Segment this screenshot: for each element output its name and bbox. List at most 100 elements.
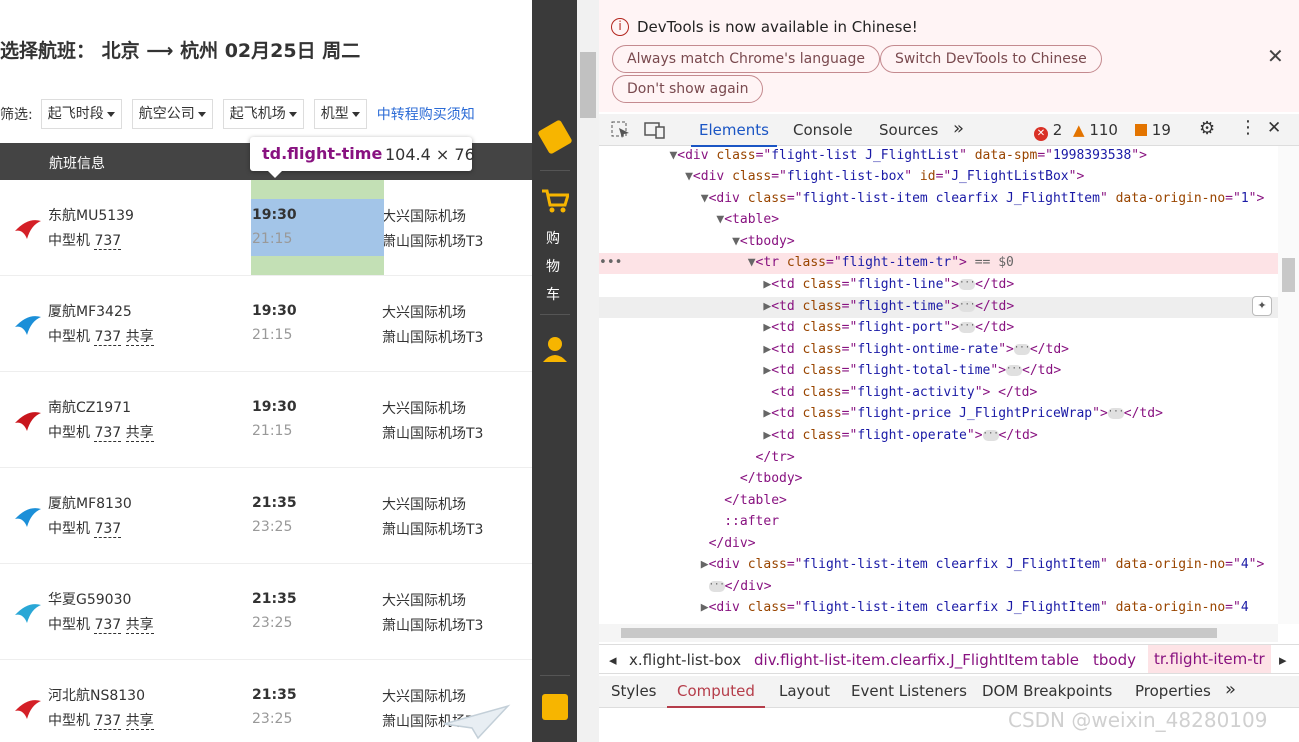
tree-line[interactable]: </div> [599,534,1279,555]
close-icon[interactable]: ✕ [1267,44,1284,68]
departure-airport: 大兴国际机场 [382,401,466,417]
tab-styles[interactable]: Styles [611,682,657,700]
flight-row[interactable]: 华夏G59030 中型机 737 共享 21:35 23:25 大兴国际机场 萧山国际机场… [0,564,532,660]
departure-time: 21:35 [252,687,297,703]
tab-sources[interactable]: Sources [879,121,938,139]
banner-text: DevTools is now available in Chinese! [637,18,918,36]
flight-row[interactable]: 厦航MF8130 中型机 737 21:35 23:25 大兴国际机场 萧山国际机场T3 [0,468,532,564]
match-language-button[interactable]: Always match Chrome's language [612,45,880,73]
cart-label-2[interactable]: 物 [546,256,560,276]
issues-icon [1135,124,1147,136]
warning-icon: ▲ [1073,121,1085,139]
departure-airport: 大兴国际机场 [382,497,466,513]
issues-count[interactable]: 19 [1135,121,1171,139]
page-scrollbar[interactable] [577,0,599,742]
departure-time: 19:30 [252,399,297,415]
breadcrumb-item-selected[interactable]: tr.flight-item-tr [1148,645,1271,673]
device-toolbar-icon[interactable] [644,121,666,139]
tree-line[interactable]: ▶<td class="flight-total-time">···</td> [599,361,1279,382]
tree-line-hovered[interactable]: ▶<td class="flight-time">···</td> [599,297,1279,318]
tree-line[interactable]: ▼<div class="flight-list-item clearfix J… [599,189,1279,210]
cart-icon[interactable] [541,188,569,214]
breadcrumb-item[interactable]: tbody [1093,651,1136,669]
feedback-icon[interactable] [542,694,568,720]
filter-departure-time[interactable]: 起飞时段 [40,99,122,129]
aircraft-info[interactable]: 中型机 737 共享 [48,710,154,730]
breadcrumb-item[interactable]: table [1041,651,1079,669]
warning-count[interactable]: ▲ 110 [1073,121,1118,139]
tree-line[interactable]: ▶<div class="flight-list-item clearfix J… [599,598,1279,619]
tree-vertical-thumb[interactable] [1282,258,1295,292]
tree-line[interactable]: ▼<div class="flight-list-box" id="J_Flig… [599,167,1279,188]
departure-airport: 大兴国际机场 [382,209,466,225]
tree-line[interactable]: ▶<div class="flight-list-item clearfix J… [599,555,1279,576]
cart-label-1[interactable]: 购 [546,228,560,248]
aircraft-info[interactable]: 中型机 737 [48,518,122,538]
more-tabs-icon[interactable]: » [953,118,964,139]
tree-horizontal-thumb[interactable] [621,628,1217,638]
airline-logo-icon [15,220,41,239]
tree-horizontal-scrollbar[interactable] [599,624,1278,642]
transfer-notice-link[interactable]: 中转程购买须知 [377,104,475,124]
tree-line[interactable]: ::after [599,512,1279,533]
filter-airport[interactable]: 起飞机场 [222,99,304,129]
tree-line[interactable]: </table> [599,491,1279,512]
dont-show-button[interactable]: Don't show again [612,75,764,103]
aircraft-info[interactable]: 中型机 737 [48,230,122,250]
ai-assist-icon[interactable]: ✦ [1252,296,1272,316]
tree-line[interactable]: ▶<td class="flight-operate">···</td> [599,426,1279,447]
page-scrollbar-thumb[interactable] [580,52,596,118]
tree-line[interactable]: ▶<td class="flight-line">···</td> [599,275,1279,296]
tree-line[interactable]: </tbody> [599,469,1279,490]
tree-line[interactable]: <td class="flight-activity"> </td> [599,383,1279,404]
user-icon[interactable] [541,334,569,364]
airline-flight-no: 厦航MF8130 [48,496,132,512]
devtools-close-icon[interactable]: ✕ [1267,118,1281,138]
inspect-icon[interactable] [611,121,631,139]
departure-airport: 大兴国际机场 [382,305,466,321]
aircraft-info[interactable]: 中型机 737 共享 [48,326,154,346]
airline-logo-icon [15,508,41,527]
tab-layout[interactable]: Layout [779,682,830,700]
tab-event-listeners[interactable]: Event Listeners [851,682,967,700]
elements-tree[interactable]: ▼<div class="flight-list J_FlightList" d… [599,146,1299,626]
tree-line[interactable]: ▼<div class="flight-list J_FlightList" d… [599,146,1279,167]
tab-properties[interactable]: Properties [1135,682,1211,700]
filter-aircraft[interactable]: 机型 [313,99,367,129]
gear-icon[interactable]: ⚙ [1199,118,1215,139]
tree-line[interactable]: ▼<tbody> [599,232,1279,253]
airline-logo-icon [15,316,41,335]
flight-row[interactable]: 南航CZ1971 中型机 737 共享 19:30 21:15 大兴国际机场 萧山国际机场… [0,372,532,468]
ticket-icon[interactable] [537,119,573,155]
arrival-airport: 萧山国际机场T3 [382,522,484,538]
tab-elements[interactable]: Elements [691,121,777,147]
breadcrumb-back-icon[interactable]: ◂ [609,651,617,669]
inspect-tooltip: td.flight-time 104.4 × 76 [250,137,475,178]
cart-label-3[interactable]: 车 [546,284,560,304]
aircraft-info[interactable]: 中型机 737 共享 [48,614,154,634]
tab-dom-breakpoints[interactable]: DOM Breakpoints [982,682,1112,700]
tree-line[interactable]: ▶<td class="flight-ontime-rate">···</td> [599,340,1279,361]
tree-line[interactable]: ···</div> [599,577,1279,598]
breadcrumb-item[interactable]: div.flight-list-item.clearfix.J_FlightIt… [754,651,1038,669]
aircraft-info[interactable]: 中型机 737 共享 [48,422,154,442]
tree-line[interactable]: </tr> [599,448,1279,469]
flight-row[interactable]: 厦航MF3425 中型机 737 共享 19:30 21:15 大兴国际机场 萧山国际机场… [0,276,532,372]
more-panes-icon[interactable]: » [1225,679,1236,700]
tab-computed[interactable]: Computed [667,682,765,708]
tab-console[interactable]: Console [793,121,853,139]
filter-airline[interactable]: 航空公司 [131,99,213,129]
tooltip-element-size: 104.4 × 76 [385,145,475,164]
breadcrumb-forward-icon[interactable]: ▸ [1279,651,1287,669]
switch-chinese-button[interactable]: Switch DevTools to Chinese [880,45,1102,73]
tree-vertical-scrollbar[interactable] [1278,146,1299,624]
kebab-menu-icon[interactable]: ⋮ [1239,117,1257,138]
airline-logo-icon [15,700,41,719]
breadcrumb-item[interactable]: x.flight-list-box [629,651,741,669]
error-count[interactable]: ✕ 2 [1034,121,1062,141]
tree-line[interactable]: ▼<table> [599,210,1279,231]
watermark: CSDN @weixin_48280109 [1008,708,1268,732]
tree-line[interactable]: ▶<td class="flight-port">···</td> [599,318,1279,339]
tree-line[interactable]: ▶<td class="flight-price J_FlightPriceWr… [599,404,1279,425]
tree-line-selected[interactable]: ••• ▼<tr class="flight-item-tr"> == $0 [599,253,1279,274]
